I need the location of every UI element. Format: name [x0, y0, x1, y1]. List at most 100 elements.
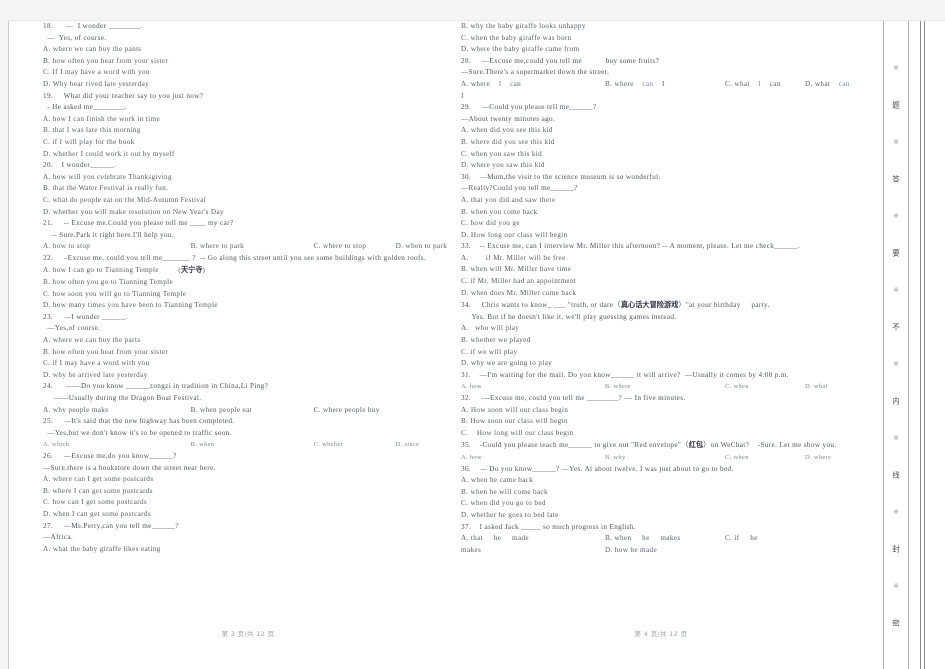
left-option-line: A. where we can buy the pants — [43, 45, 142, 54]
seal-character: 要 — [891, 249, 901, 257]
seal-mark-icon: ※ — [893, 434, 899, 443]
left-option-line: C. how soon you will go to Tianning Temp… — [43, 289, 187, 298]
binding-rule-outer — [924, 21, 925, 669]
right-option-line: D. How long our class will begin — [461, 230, 568, 239]
right-option-line: A. when did you see this kid — [461, 126, 553, 135]
right-option-a: A. where I can — [461, 79, 522, 88]
right-option-line: D. why we are going to play — [461, 359, 553, 368]
right-option-b: B. when he makes — [605, 534, 681, 543]
seal-mark-icon: ※ — [893, 582, 899, 591]
right-text: 35. -Could you please teach me______ to … — [461, 441, 689, 450]
right-option-line: C. How long will our class begin — [461, 428, 574, 437]
left-question-line: 26. —Excuse me,do you know______? — [43, 451, 177, 460]
left-option-line: B. that the Water Festival is really fun… — [43, 184, 169, 193]
right-option-line: A. where I can B. where can I C. what I ca… — [461, 79, 861, 91]
right-option-line: A. if Mr. Miller will be free — [461, 253, 566, 262]
right-option-line: B. when will Mr. Miller have time — [461, 265, 572, 274]
seal-mark-icon: ※ — [893, 64, 899, 73]
right-page-footer: 第 4 页/共 12 页 — [634, 630, 688, 638]
left-option-line: D. when I can get some postcards — [43, 509, 152, 518]
right-option-line: C. if Mr. Miller had an appointment — [461, 277, 577, 286]
right-question-line: 31. —I'm waiting for the mail. Do you kn… — [461, 370, 789, 379]
left-option-line: A. which B. when C. wheher D. since — [43, 439, 453, 451]
exam-page-right: B. why the baby giraffe looks unhappy C. … — [461, 21, 861, 669]
left-option-line: D. whether I could work it out by myself — [43, 149, 175, 158]
sealing-line-strip: ※ 题 ※ 答 ※ 要 ※ 不 ※ 内 ※ 线 ※ 封 ※ 密 — [883, 21, 909, 669]
seal-character: 密 — [891, 619, 901, 627]
right-option-line: C. when you saw this kid — [461, 149, 543, 158]
left-question-line: ——Usually during the Dragon Boat Festiva… — [43, 394, 202, 402]
right-option-line: A. how B. where C. when D. what — [461, 381, 861, 393]
left-chinese-gloss: 天宁寺 — [180, 265, 203, 275]
right-question-line: 32. ---Excuse me, could you tell me ____… — [461, 394, 686, 402]
right-option-line: B. where did you see this kid — [461, 137, 555, 146]
right-question-line: 37. I asked Jack _____ so much progress … — [461, 522, 637, 531]
left-question-line: - He asked me________. — [43, 103, 127, 112]
left-option-b: B. when — [190, 441, 215, 449]
seal-mark-icon: ※ — [893, 360, 899, 369]
left-option-c: C. wheher — [313, 441, 344, 449]
viewport-top-band — [0, 0, 945, 20]
right-question-line: —About twenty minutes ago. — [461, 114, 556, 123]
left-option-line: A. what the baby giraffe likes eating — [43, 544, 161, 553]
left-question-line: 19. What did your teacher say to you jus… — [43, 91, 204, 100]
left-option-line: A. how will you celebrate Thanksgiving — [43, 172, 172, 181]
right-option-line: D. where you saw this kid — [461, 161, 545, 170]
right-option-b: B. where can I — [605, 79, 665, 88]
seal-mark-icon: ※ — [893, 138, 899, 147]
left-question-line: —Africa. — [43, 533, 74, 542]
seal-character: 封 — [891, 545, 901, 553]
right-option-line: A. how B. why C. when D. where — [461, 452, 861, 464]
right-option-b: B. where — [605, 383, 631, 391]
right-option-line: I — [461, 91, 464, 100]
right-question-line: 29. —Could you please tell me______? — [461, 103, 597, 112]
right-question-line: 35. -Could you please teach me______ to … — [461, 439, 861, 452]
left-question-line: 23. —I wonder ______. — [43, 312, 128, 321]
seal-character: 线 — [891, 471, 901, 479]
right-text-tail: ）"at your birthday party. — [678, 301, 770, 310]
left-option-line: D. why he arrived late yesterday — [43, 370, 148, 379]
left-option-line: C. if I may have a word with you — [43, 359, 150, 368]
right-chinese-gloss: 真心话大冒险游戏 — [620, 300, 679, 310]
right-option-line: D. where the baby giraffe came from — [461, 45, 580, 54]
left-option-c: C. where people buy — [313, 405, 380, 414]
left-option-line: A. how to stop B. where to park C. where t… — [43, 241, 453, 253]
right-option-d: D. what — [805, 383, 828, 391]
left-question-line: —Yes,of course. — [43, 324, 101, 333]
left-question-line: —Yes,but we don't know it's to be opened… — [43, 428, 232, 437]
left-option-line: C. If I may have a word with you — [43, 68, 150, 77]
left-option-line: D. whether you will make resolution on N… — [43, 207, 224, 216]
right-option-b: D. how he made — [605, 545, 658, 554]
right-option-line: B. whether we played — [461, 336, 531, 345]
right-option-line: D. when does Mr. Miller come back — [461, 288, 577, 297]
right-question-line: 28. —Excuse me,could you tell me buy som… — [461, 56, 660, 65]
right-chinese-gloss: 红包 — [688, 440, 704, 450]
left-option-line: A. where can I get some postcards — [43, 475, 154, 484]
left-question-line: 27. —Ms.Perry,can you tell me______? — [43, 521, 179, 530]
right-option-line: A. How soon will our class begin — [461, 405, 569, 414]
left-option-a: A. which — [43, 441, 70, 449]
right-question-line: —Really?Could you tell me______? — [461, 184, 578, 193]
right-option-a: makes — [461, 545, 482, 554]
left-option-line: B. how often you hear from your sister — [43, 347, 169, 356]
left-option-line: A. why people make B. when people eat C. w… — [43, 405, 453, 417]
right-option-line: B. when he will come back — [461, 487, 548, 496]
left-option-line: B. how often you hear from your sister — [43, 56, 169, 65]
left-question-line: 18. — I wonder ________. — [43, 22, 143, 30]
right-option-b: B. why — [605, 453, 626, 461]
left-question-line: 21. -- Excuse me.Could you please tell m… — [43, 219, 234, 228]
left-option-d: D. when to park — [395, 242, 448, 251]
right-option-line: makes D. how he made — [461, 545, 861, 557]
left-option-line: D. Why hear rived late yesterday — [43, 79, 150, 88]
left-page-footer: 第 3 页/共 12 页 — [221, 630, 275, 638]
right-text: 34. Chris wants to know_ ___ "truth, or … — [461, 301, 621, 310]
right-option-line: C. when the baby giraffe was born — [461, 33, 572, 42]
left-option-line: B. that I was late this morning — [43, 126, 141, 135]
left-option-line: C. how can I get some postcards — [43, 498, 148, 507]
left-option-d: D. since — [395, 441, 420, 449]
left-option-line: D. how many times you have been to Tiann… — [43, 301, 218, 310]
right-option-a: A. how — [461, 453, 482, 461]
left-option-line: A. how I can finish the work in time — [43, 114, 160, 123]
binding-rule-inner — [920, 21, 921, 669]
right-page-content: B. why the baby giraffe looks unhappy C. … — [461, 21, 861, 556]
